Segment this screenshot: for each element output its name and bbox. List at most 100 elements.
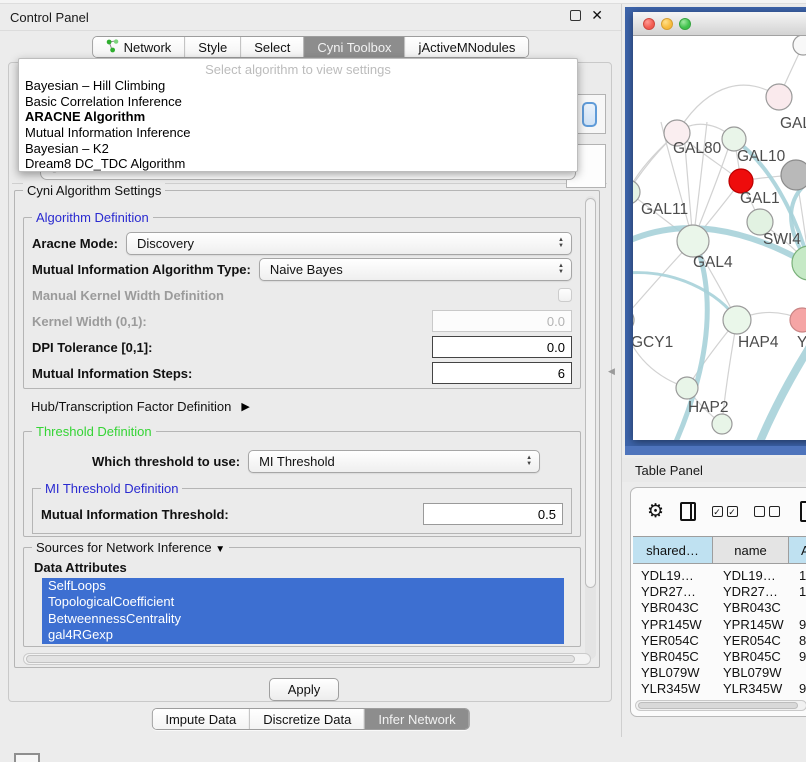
network-edges-thick [633,139,806,440]
apply-button[interactable]: Apply [269,678,339,701]
data-attributes-list[interactable]: SelfLoopsTopologicalCoefficientBetweenne… [42,578,564,644]
combo-arrow-button[interactable] [582,102,597,127]
tab-impute-data[interactable]: Impute Data [152,709,249,729]
attribute-item[interactable]: gal4RGexp [42,627,564,643]
network-canvas[interactable]: GALGAL80GAL10GAL1GAL11SWI4GAL4GCY1HAP4YH… [633,36,806,440]
tab-label: jActiveMNodules [419,40,516,55]
attribute-item[interactable]: BetweennessCentrality [42,611,564,627]
scrollbar-thumb[interactable] [585,198,596,588]
kernel-width-input[interactable] [432,310,572,332]
mi-steps-input[interactable] [432,362,572,384]
bottom-left-widget[interactable] [14,753,40,762]
manual-kernel-width-label: Manual Kernel Width Definition [32,288,224,303]
table-cell: YLR345W [633,681,713,697]
column-header-name[interactable]: name [713,537,789,563]
network-node[interactable] [766,84,792,110]
sources-title[interactable]: Sources for Network Inference ▼ [32,540,229,555]
table-cell: YER054C [713,633,789,649]
document-icon[interactable] [800,501,806,522]
table-row[interactable]: YBR045CYBR045C9. [633,649,806,665]
algorithm-option[interactable]: ARACNE Algorithm [19,109,577,125]
tab-label: Style [198,40,227,55]
algorithm-option[interactable]: Dream8 DC_TDC Algorithm [19,156,577,172]
cyni-algorithm-settings-group: Cyni Algorithm Settings Algorithm Defini… [14,190,600,668]
gear-icon[interactable]: ⚙ [647,502,664,521]
mi-algorithm-type-label: Mutual Information Algorithm Type: [32,262,251,277]
expanded-arrow-icon[interactable]: ▼ [215,544,225,555]
attribute-item[interactable]: SelfLoops [42,578,564,594]
column-header-shared[interactable]: shared… [633,537,713,563]
mi-threshold-input[interactable] [423,503,563,525]
scrollbar-thumb[interactable] [638,702,798,709]
settings-scrollbar[interactable] [585,196,596,659]
unchecked-columns-icon[interactable] [754,506,780,517]
tab-select[interactable]: Select [240,37,303,57]
network-node[interactable] [633,308,634,332]
settings-horizontal-scrollbar[interactable] [23,653,591,665]
network-view-frame: GALGAL80GAL10GAL1GAL11SWI4GAL4GCY1HAP4YH… [625,7,806,455]
table-toolbar: ⚙ ✓✓ [631,488,806,534]
tab-network[interactable]: Network [93,37,185,57]
mi-threshold-definition-group: MI Threshold Definition Mutual Informati… [32,488,572,534]
control-panel: Control Panel ✕ NetworkStyleSelectCyni T… [0,4,622,737]
collapsed-arrow-icon[interactable]: ▶ [241,400,249,413]
table-cell: YBR043C [633,600,713,616]
table-row[interactable]: YER054CYER054C8. [633,633,806,649]
table-cell: YBR043C [713,600,789,616]
table-cell: YDL19… [713,568,789,584]
zoom-window-icon[interactable] [679,18,691,30]
algorithm-option[interactable]: Bayesian – Hill Climbing [19,78,577,94]
network-node[interactable] [676,377,698,399]
algorithm-list: Bayesian – Hill ClimbingBasic Correlatio… [19,78,577,172]
dpi-tolerance-input[interactable] [432,336,572,358]
table-cell: 8. [789,633,806,649]
mi-algorithm-type-combo[interactable]: Naive Bayes ▲▼ [259,258,572,281]
mi-threshold-definition-title: MI Threshold Definition [41,481,182,496]
scrollbar-thumb[interactable] [26,655,575,663]
tab-label: Discretize Data [263,712,351,727]
cyni-bottom-tab-bar: Impute Data Discretize Data Infer Network [151,708,469,730]
close-window-icon[interactable] [643,18,655,30]
algorithm-definition-title: Algorithm Definition [32,210,153,225]
which-threshold-combo[interactable]: MI Threshold ▲▼ [248,450,540,473]
splitter-collapse-icon[interactable]: ◀ [608,366,615,377]
minimize-window-icon[interactable] [661,18,673,30]
close-panel-icon[interactable]: ✕ [591,10,603,21]
attribute-item[interactable]: TopologicalCoefficient [42,594,564,610]
table-row[interactable]: YLR345WYLR345W9. [633,681,806,697]
tab-discretize-data[interactable]: Discretize Data [249,709,364,729]
float-panel-icon[interactable] [570,10,581,21]
network-node[interactable] [723,306,751,334]
column-header-third[interactable]: A [789,537,806,563]
tab-style[interactable]: Style [184,37,240,57]
network-node[interactable] [793,36,806,55]
dpi-tolerance-label: DPI Tolerance [0,1]: [32,340,152,355]
network-node[interactable] [790,308,806,332]
split-columns-icon[interactable] [680,502,695,521]
tab-infer-network[interactable]: Infer Network [364,709,468,729]
algorithm-option[interactable]: Mutual Information Inference [19,125,577,141]
algorithm-option[interactable]: Bayesian – K2 [19,141,577,157]
table-row[interactable]: YDL19…YDL19…13 [633,568,806,584]
tab-cyni-toolbox[interactable]: Cyni Toolbox [303,37,404,57]
aracne-mode-combo[interactable]: Discovery ▲▼ [126,232,572,255]
screen: Control Panel ✕ NetworkStyleSelectCyni T… [0,0,806,762]
algorithm-option[interactable]: Basic Correlation Inference [19,94,577,110]
network-node[interactable] [712,414,732,434]
table-row[interactable]: YIL052CYIL052C9 [633,698,806,699]
table-cell: YBR045C [713,649,789,665]
network-node[interactable] [792,246,806,280]
table-row[interactable]: YDR27…YDR27…12 [633,584,806,600]
checked-columns-icon[interactable]: ✓✓ [712,506,738,517]
tab-jactivemnodules[interactable]: jActiveMNodules [405,37,529,57]
table-horizontal-scrollbar[interactable] [635,700,806,711]
table-row[interactable]: YBL079WYBL079W [633,665,806,681]
hub-transcription-factor-section[interactable]: Hub/Transcription Factor Definition ▶ [31,399,250,414]
manual-kernel-width-checkbox[interactable] [558,288,572,302]
network-node[interactable] [677,225,709,257]
stepper-arrows-icon: ▲▼ [526,455,532,467]
table-row[interactable]: YBR043CYBR043C [633,600,806,616]
table-row[interactable]: YPR145WYPR145W9. [633,617,806,633]
node-label: GCY1 [633,334,673,351]
table-header-row: shared… name A [633,536,806,564]
